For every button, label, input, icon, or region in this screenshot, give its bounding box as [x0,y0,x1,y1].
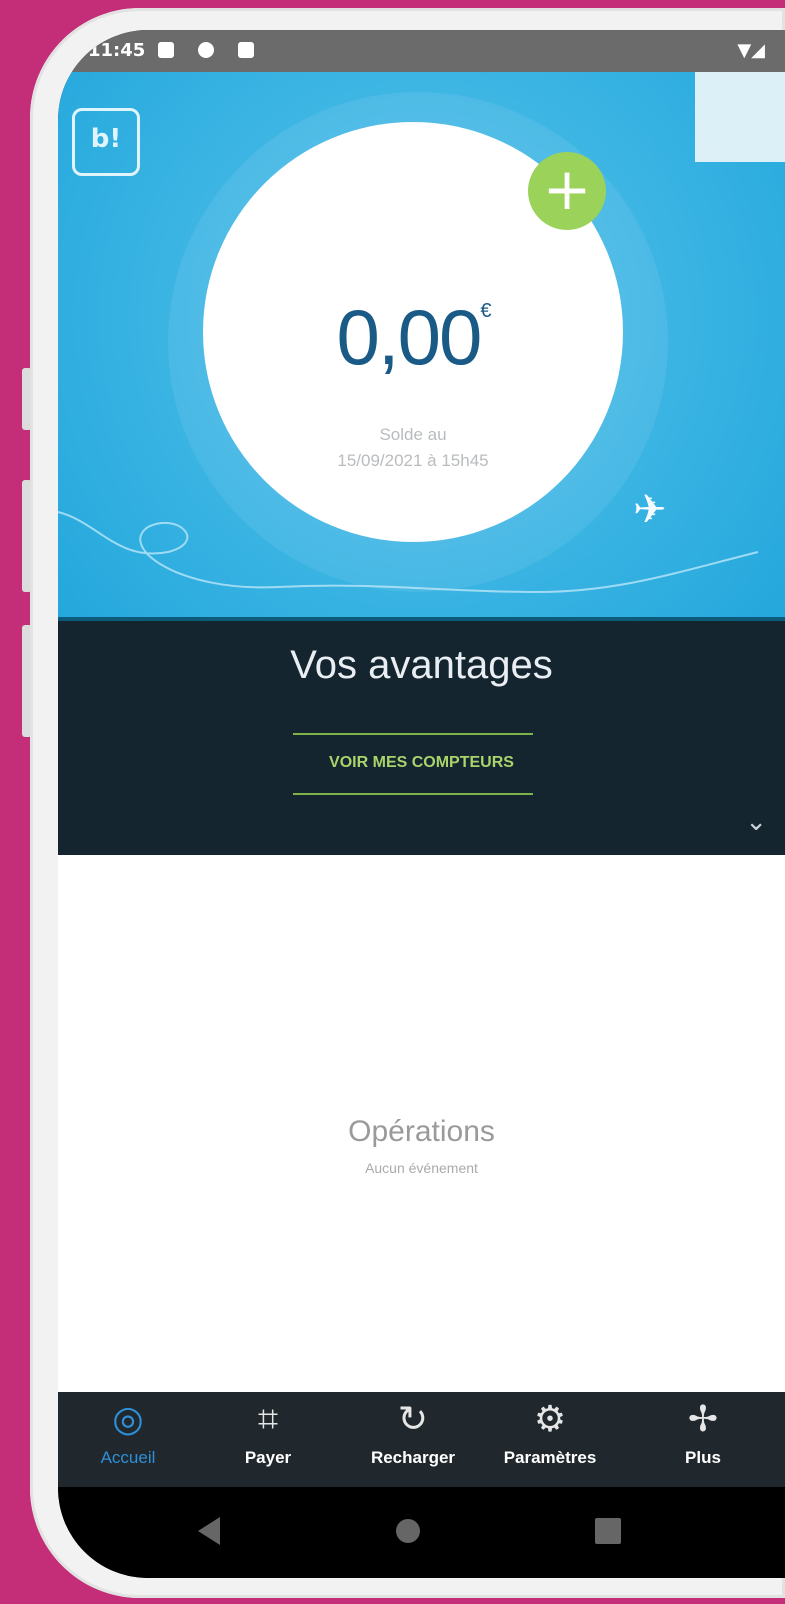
recharge-icon: ↻ [397,1399,429,1440]
scan-icon: ⌗ [257,1399,279,1440]
nav-item-pay[interactable]: ⌗ Payer [208,1398,328,1468]
advantages-title: Vos avantages [290,643,553,687]
nav-label-home: Accueil [100,1448,156,1467]
operations-title: Opérations [348,1115,495,1148]
balance-date-line1: Solde au [379,425,447,444]
home-icon: ◎ [112,1399,144,1440]
nav-item-home[interactable]: ◎ Accueil [68,1398,188,1468]
app-logo: b! [72,108,140,176]
status-time: 11:45 [88,40,146,61]
system-nav-bar [58,1487,785,1578]
gear-icon: ⚙ [533,1399,567,1440]
status-bar: 11:45 ▼◢ [58,30,785,72]
nav-item-more[interactable]: ✢ Plus [643,1398,763,1468]
notification-icon [158,42,174,58]
nav-label-recharge: Recharger [370,1448,456,1467]
currency-symbol: € [480,300,491,322]
nav-label-pay: Payer [244,1448,292,1467]
operations-empty-text: Aucun événement [365,1160,478,1176]
phone-screen: 11:45 ▼◢ b! 0,00€ Solde au 15/09/2021 à … [58,30,785,1578]
nav-item-recharge[interactable]: ↻ Recharger [353,1398,473,1468]
balance-date: Solde au 15/09/2021 à 15h45 [203,422,623,474]
nav-item-settings[interactable]: ⚙ Paramètres [490,1398,610,1468]
divider-top [293,733,533,735]
more-icon: ✢ [687,1399,719,1440]
nav-label-settings: Paramètres [503,1448,597,1467]
balance-amount: 0,00€ [203,292,623,383]
balance-value: 0,00 [336,293,483,381]
nav-label-more: Plus [685,1448,721,1467]
divider-bottom [293,793,533,795]
back-icon[interactable] [198,1517,220,1545]
signal-icon: ▼◢ [737,40,765,61]
view-counters-link[interactable]: VOIR MES COMPTEURS [58,754,785,772]
app-notification-icon [238,42,254,58]
balance-hero: b! 0,00€ Solde au 15/09/2021 à 15h45 + ✈ [58,72,785,617]
home-button-icon[interactable] [396,1519,420,1543]
recent-apps-icon[interactable] [595,1518,621,1544]
operations-section: Opérations Aucun événement [58,855,785,1392]
menu-button[interactable] [695,72,785,162]
bottom-nav: ◎ Accueil ⌗ Payer ↻ Recharger ⚙ Paramètr… [58,1392,785,1487]
add-funds-button[interactable]: + [528,152,606,230]
google-icon [198,42,214,58]
paper-plane-icon: ✈ [633,487,667,533]
advantages-panel: Vos avantages VOIR MES COMPTEURS ⌄ [58,617,785,859]
chevron-down-icon[interactable]: ⌄ [745,807,767,837]
balance-date-line2: 15/09/2021 à 15h45 [337,451,489,470]
